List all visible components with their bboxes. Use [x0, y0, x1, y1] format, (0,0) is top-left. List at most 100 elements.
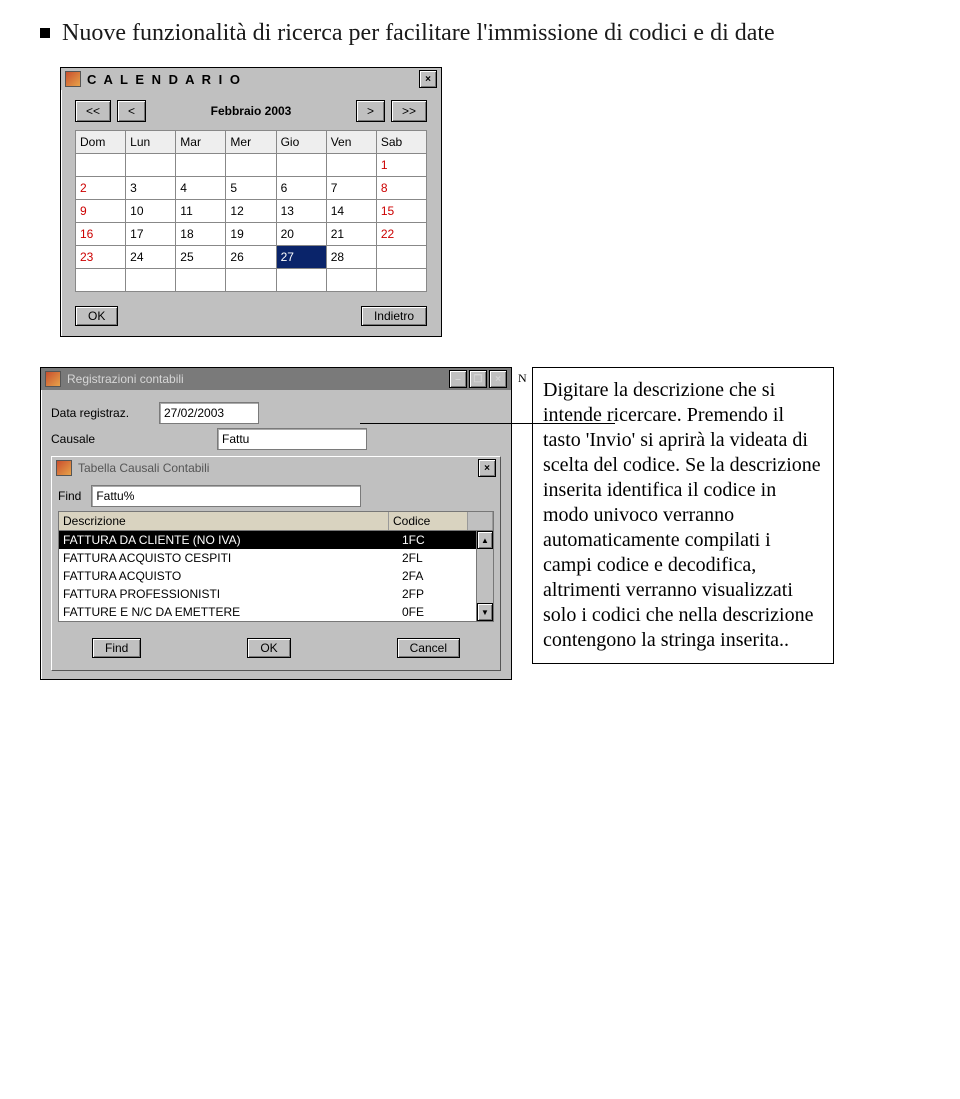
scrollbar[interactable]: ▲ ▼: [477, 531, 494, 622]
maximize-icon[interactable]: ❐: [469, 370, 487, 388]
calendar-day-cell[interactable]: 18: [176, 223, 226, 246]
calendar-day-cell: [176, 269, 226, 292]
calendar-day-cell: [326, 269, 376, 292]
calendar-day-header: Mer: [226, 131, 276, 154]
causale-label: Causale: [51, 432, 151, 446]
calendar-day-cell[interactable]: 2: [76, 177, 126, 200]
ok-button[interactable]: OK: [247, 638, 290, 658]
calendar-day-cell[interactable]: 24: [126, 246, 176, 269]
calendar-day-cell: [126, 269, 176, 292]
app-icon: [56, 460, 72, 476]
callout-text: Digitare la descrizione che si intende r…: [532, 367, 834, 664]
connector-line: [360, 423, 615, 424]
scroll-down-icon[interactable]: ▼: [477, 603, 493, 621]
calendar-day-cell[interactable]: 15: [376, 200, 426, 223]
list-item-desc: FATTURA DA CLIENTE (NO IVA): [63, 533, 402, 547]
calendar-day-cell[interactable]: 9: [76, 200, 126, 223]
next-month-button[interactable]: >: [356, 100, 385, 122]
calendar-day-cell[interactable]: 5: [226, 177, 276, 200]
calendar-day-cell: [226, 269, 276, 292]
n-label: N: [518, 371, 527, 386]
calendar-window: C A L E N D A R I O × << < Febbraio 2003…: [60, 67, 442, 337]
list-item-code: 2FP: [402, 587, 472, 601]
date-label: Data registraz.: [51, 406, 151, 420]
back-button[interactable]: Indietro: [361, 306, 427, 326]
list-item-desc: FATTURE E N/C DA EMETTERE: [63, 605, 402, 619]
registrazioni-title: Registrazioni contabili: [67, 372, 184, 386]
calendar-day-header: Gio: [276, 131, 326, 154]
calendar-day-cell[interactable]: 21: [326, 223, 376, 246]
list-item[interactable]: FATTURA ACQUISTO2FA: [59, 567, 476, 585]
calendar-day-cell[interactable]: 6: [276, 177, 326, 200]
col-descrizione: Descrizione: [59, 512, 389, 530]
calendar-day-cell[interactable]: 12: [226, 200, 276, 223]
find-input[interactable]: [91, 485, 361, 507]
list-item-code: 2FL: [402, 551, 472, 565]
calendar-day-cell: [126, 154, 176, 177]
calendar-day-cell[interactable]: 27: [276, 246, 326, 269]
prev-month-button[interactable]: <: [117, 100, 146, 122]
list-item[interactable]: FATTURE E N/C DA EMETTERE0FE: [59, 603, 476, 621]
causale-input[interactable]: [217, 428, 367, 450]
list-item-desc: FATTURA ACQUISTO CESPITI: [63, 551, 402, 565]
calendar-day-header: Sab: [376, 131, 426, 154]
calendar-day-cell[interactable]: 11: [176, 200, 226, 223]
list-item-code: 0FE: [402, 605, 472, 619]
bullet-icon: [40, 28, 50, 38]
calendar-day-header: Mar: [176, 131, 226, 154]
list-item[interactable]: FATTURA ACQUISTO CESPITI2FL: [59, 549, 476, 567]
tabella-window: Tabella Causali Contabili × Find Descriz…: [51, 456, 501, 671]
calendar-day-cell: [76, 154, 126, 177]
calendar-day-cell: [276, 154, 326, 177]
find-button[interactable]: Find: [92, 638, 141, 658]
calendar-day-header: Dom: [76, 131, 126, 154]
date-input[interactable]: [159, 402, 259, 424]
last-month-button[interactable]: >>: [391, 100, 427, 122]
close-icon[interactable]: ×: [478, 459, 496, 477]
calendar-day-cell[interactable]: 8: [376, 177, 426, 200]
calendar-grid: DomLunMarMerGioVenSab1234567891011121314…: [75, 130, 427, 292]
app-icon: [45, 371, 61, 387]
find-label: Find: [58, 489, 81, 503]
calendar-day-cell[interactable]: 14: [326, 200, 376, 223]
calendar-day-cell[interactable]: 22: [376, 223, 426, 246]
calendar-day-cell[interactable]: 13: [276, 200, 326, 223]
ok-button[interactable]: OK: [75, 306, 118, 326]
calendar-day-cell[interactable]: 4: [176, 177, 226, 200]
calendar-day-cell[interactable]: 19: [226, 223, 276, 246]
tabella-title: Tabella Causali Contabili: [78, 461, 209, 475]
calendar-day-header: Lun: [126, 131, 176, 154]
results-list[interactable]: FATTURA DA CLIENTE (NO IVA)1FCFATTURA AC…: [58, 531, 477, 622]
list-header: Descrizione Codice: [58, 511, 494, 531]
calendar-day-cell[interactable]: 7: [326, 177, 376, 200]
calendar-day-cell: [76, 269, 126, 292]
calendar-day-cell[interactable]: 25: [176, 246, 226, 269]
calendar-day-cell[interactable]: 26: [226, 246, 276, 269]
calendar-day-cell[interactable]: 10: [126, 200, 176, 223]
scroll-up-icon[interactable]: ▲: [477, 531, 493, 549]
list-item-code: 2FA: [402, 569, 472, 583]
calendar-title: C A L E N D A R I O: [87, 72, 242, 87]
minimize-icon[interactable]: –: [449, 370, 467, 388]
close-icon[interactable]: ×: [489, 370, 507, 388]
calendar-day-cell[interactable]: 28: [326, 246, 376, 269]
calendar-day-cell: [276, 269, 326, 292]
cancel-button[interactable]: Cancel: [397, 638, 460, 658]
calendar-day-cell[interactable]: 3: [126, 177, 176, 200]
calendar-day-cell: [376, 246, 426, 269]
calendar-day-cell: [176, 154, 226, 177]
list-item-desc: FATTURA ACQUISTO: [63, 569, 402, 583]
first-month-button[interactable]: <<: [75, 100, 111, 122]
calendar-day-cell[interactable]: 16: [76, 223, 126, 246]
calendar-day-header: Ven: [326, 131, 376, 154]
calendar-day-cell[interactable]: 20: [276, 223, 326, 246]
calendar-day-cell[interactable]: 23: [76, 246, 126, 269]
calendar-day-cell[interactable]: 1: [376, 154, 426, 177]
list-item[interactable]: FATTURA PROFESSIONISTI2FP: [59, 585, 476, 603]
registrazioni-window: Registrazioni contabili – ❐ × Data regis…: [40, 367, 512, 680]
list-item[interactable]: FATTURA DA CLIENTE (NO IVA)1FC: [59, 531, 476, 549]
list-item-desc: FATTURA PROFESSIONISTI: [63, 587, 402, 601]
calendar-day-cell[interactable]: 17: [126, 223, 176, 246]
app-icon: [65, 71, 81, 87]
close-icon[interactable]: ×: [419, 70, 437, 88]
